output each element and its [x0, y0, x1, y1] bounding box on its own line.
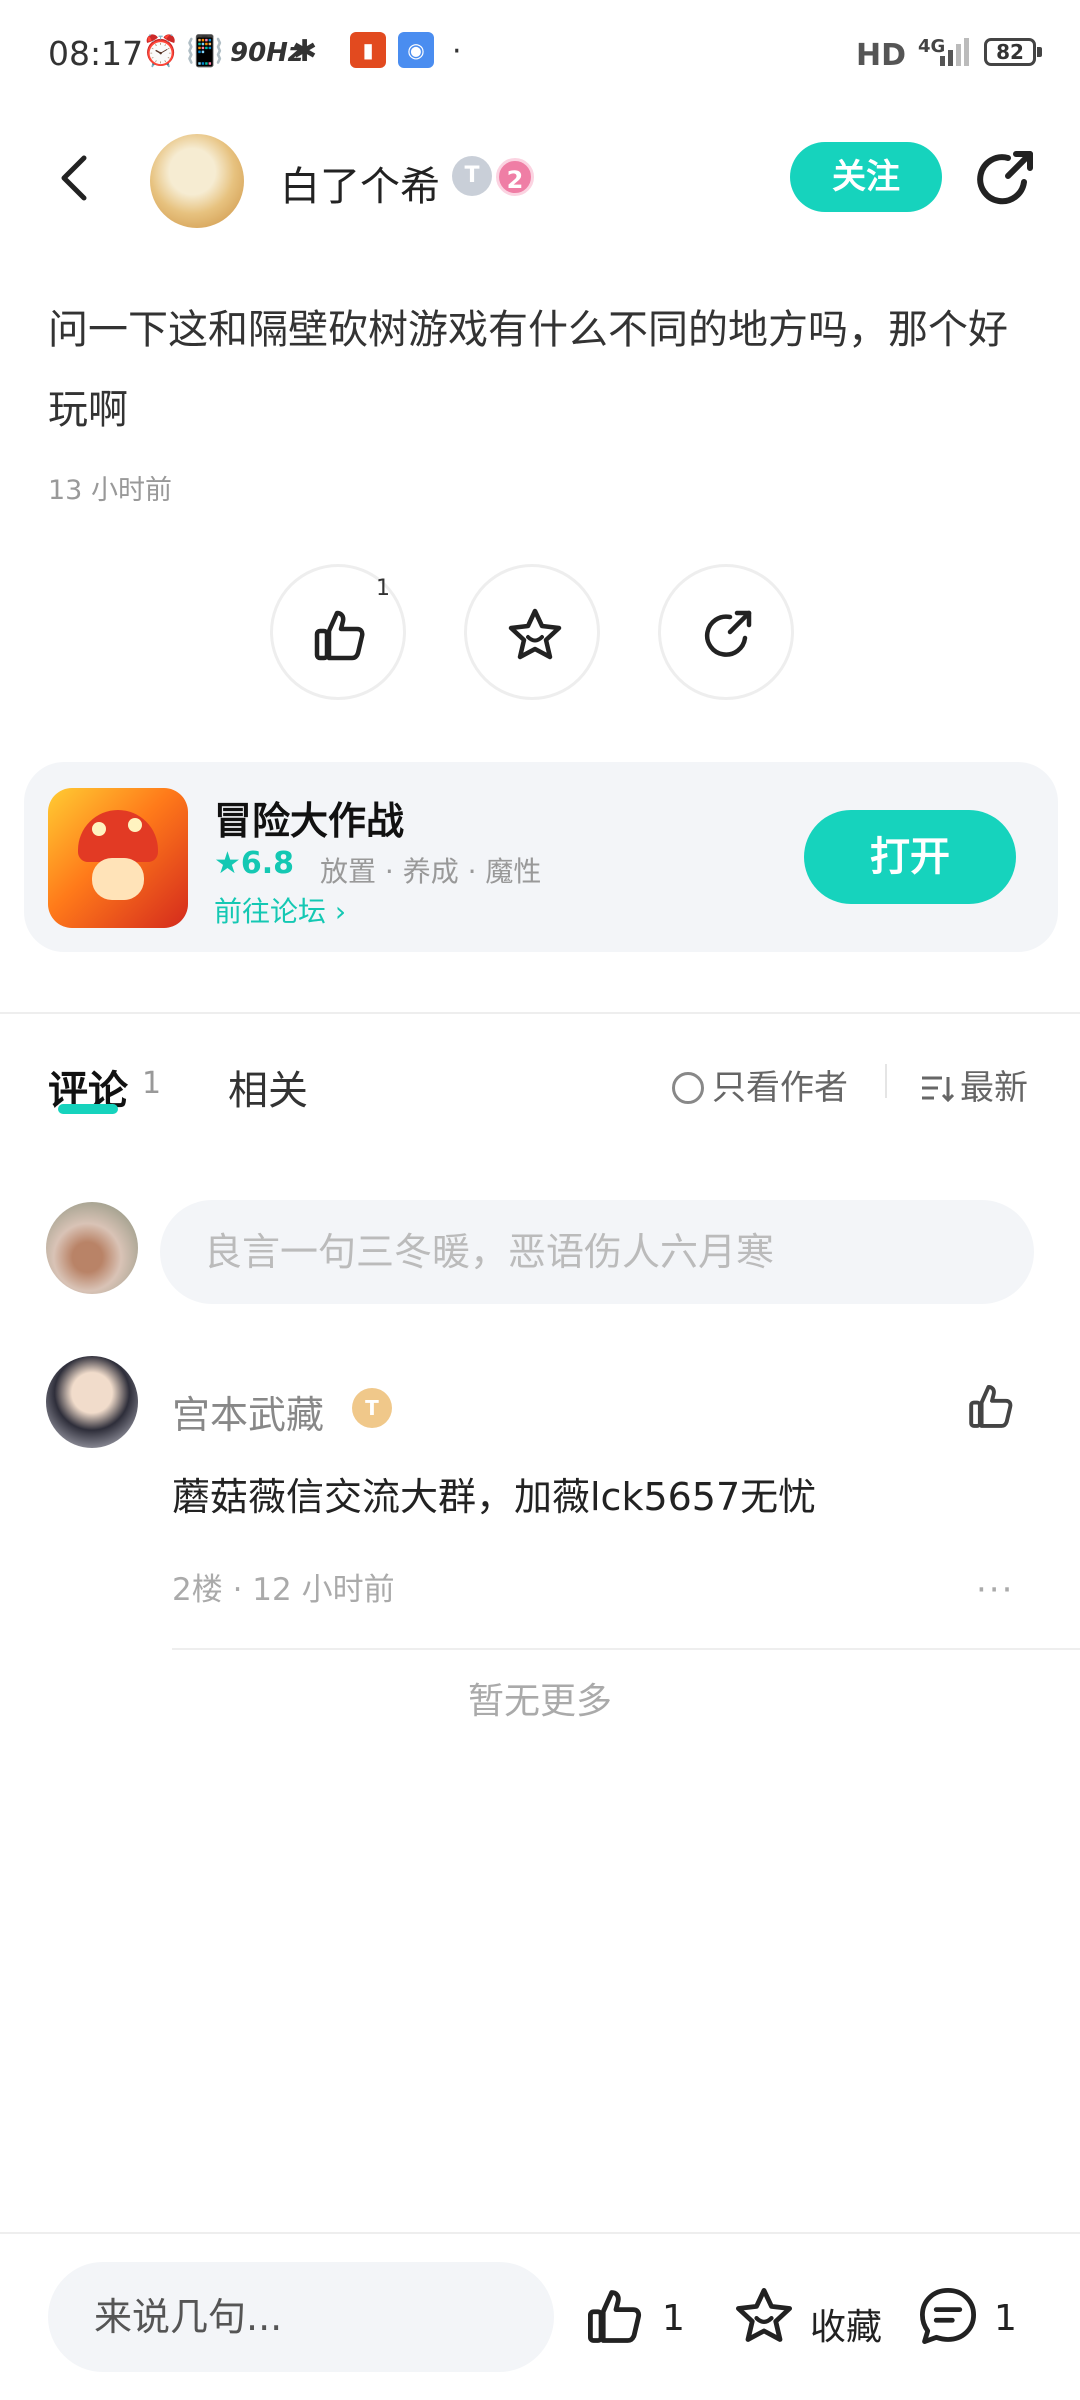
- vibrate-icon: 📳: [186, 34, 224, 69]
- hd-icon: HD: [856, 38, 907, 73]
- bottom-favorite-label: 收藏: [810, 2307, 883, 2348]
- bottom-like-count: 1: [662, 2298, 685, 2339]
- status-bar: 08:17 ⏰ 📳 90Hz ✱ ▮ ◉ · HD 4G 82: [0, 0, 1080, 100]
- star-icon: [736, 2288, 792, 2342]
- forum-link[interactable]: 前往论坛 ›: [214, 890, 346, 930]
- radio-icon: [672, 1072, 704, 1104]
- author-name[interactable]: 白了个希: [280, 154, 440, 212]
- more-notifications-icon: ·: [452, 34, 462, 69]
- thumbs-up-icon: [314, 610, 365, 661]
- sort-toggle[interactable]: 最新: [920, 1060, 1028, 1109]
- sort-icon: [922, 1076, 955, 1103]
- only-author-label: 只看作者: [712, 1068, 848, 1108]
- follow-button[interactable]: 关注: [790, 142, 942, 212]
- comment-meta: 2楼 · 12 小时前: [172, 1572, 395, 1608]
- commenter-level-badge: T: [352, 1388, 392, 1428]
- game-card[interactable]: 冒险大作战 ★6.8 放置 · 养成 · 魔性 前往论坛 › 打开: [24, 762, 1058, 952]
- bottom-comment-button[interactable]: 1: [916, 2284, 1036, 2348]
- post-header: 白了个希 T 2 关注: [0, 120, 1080, 240]
- favorite-button[interactable]: [464, 564, 600, 700]
- status-time: 08:17: [48, 34, 144, 73]
- thumbs-up-icon: [588, 2290, 642, 2343]
- app-notification-icon: ▮: [350, 32, 386, 68]
- game-score: ★6.8: [214, 846, 295, 881]
- like-count: 1: [376, 576, 390, 601]
- comment-input[interactable]: 良言一句三冬暖，恶语伤人六月寒: [160, 1200, 1034, 1304]
- sort-label: 最新: [960, 1068, 1028, 1108]
- back-icon[interactable]: [48, 148, 108, 208]
- commenter-avatar[interactable]: [46, 1356, 138, 1448]
- tab-related[interactable]: 相关: [228, 1058, 308, 1116]
- post-time: 13 小时前: [48, 475, 172, 506]
- game-name[interactable]: 冒险大作战: [214, 790, 404, 845]
- comment-bubble-icon: [920, 2288, 976, 2344]
- author-avatar[interactable]: [150, 134, 244, 228]
- open-game-button[interactable]: 打开: [804, 810, 1016, 904]
- share-icon: [704, 610, 752, 657]
- game-tags: 放置 · 养成 · 魔性: [320, 855, 542, 888]
- filter-divider: [885, 1064, 887, 1098]
- section-divider: [0, 1012, 1080, 1014]
- comment-like-icon[interactable]: [966, 1380, 1018, 1432]
- post-text: 问一下这和隔壁砍树游戏有什么不同的地方吗，那个好玩啊: [48, 307, 1008, 433]
- bluetooth-icon: ✱: [292, 34, 318, 69]
- bottom-comment-input[interactable]: 来说几句...: [48, 2262, 554, 2372]
- bottom-comment-count: 1: [994, 2298, 1017, 2339]
- alarm-icon: ⏰: [142, 34, 180, 69]
- comment-text: 蘑菇薇信交流大群，加薇lck5657无忧: [172, 1475, 817, 1519]
- rank-badge: 2: [496, 158, 534, 196]
- more-options-icon[interactable]: ···: [976, 1570, 1014, 1610]
- no-more-text: 暂无更多: [467, 1681, 612, 1722]
- game-icon[interactable]: [48, 788, 188, 928]
- comment-divider: [172, 1648, 1080, 1650]
- share-button[interactable]: [658, 564, 794, 700]
- my-avatar: [46, 1202, 138, 1294]
- signal-icon: [940, 38, 969, 66]
- battery-icon: 82: [984, 38, 1042, 66]
- only-author-toggle[interactable]: 只看作者: [672, 1060, 848, 1109]
- comments-count: 1: [142, 1066, 162, 1101]
- bottom-like-button[interactable]: 1: [584, 2284, 694, 2348]
- star-icon: [508, 608, 562, 660]
- hotspot-icon: ◉: [398, 32, 434, 68]
- level-badge: T: [452, 156, 492, 196]
- active-tab-indicator: [58, 1104, 118, 1114]
- bottom-favorite-button[interactable]: 收藏: [732, 2284, 902, 2348]
- share-icon[interactable]: [972, 144, 1042, 214]
- commenter-name[interactable]: 宫本武藏: [172, 1384, 324, 1439]
- bottom-bar-divider: [0, 2232, 1080, 2234]
